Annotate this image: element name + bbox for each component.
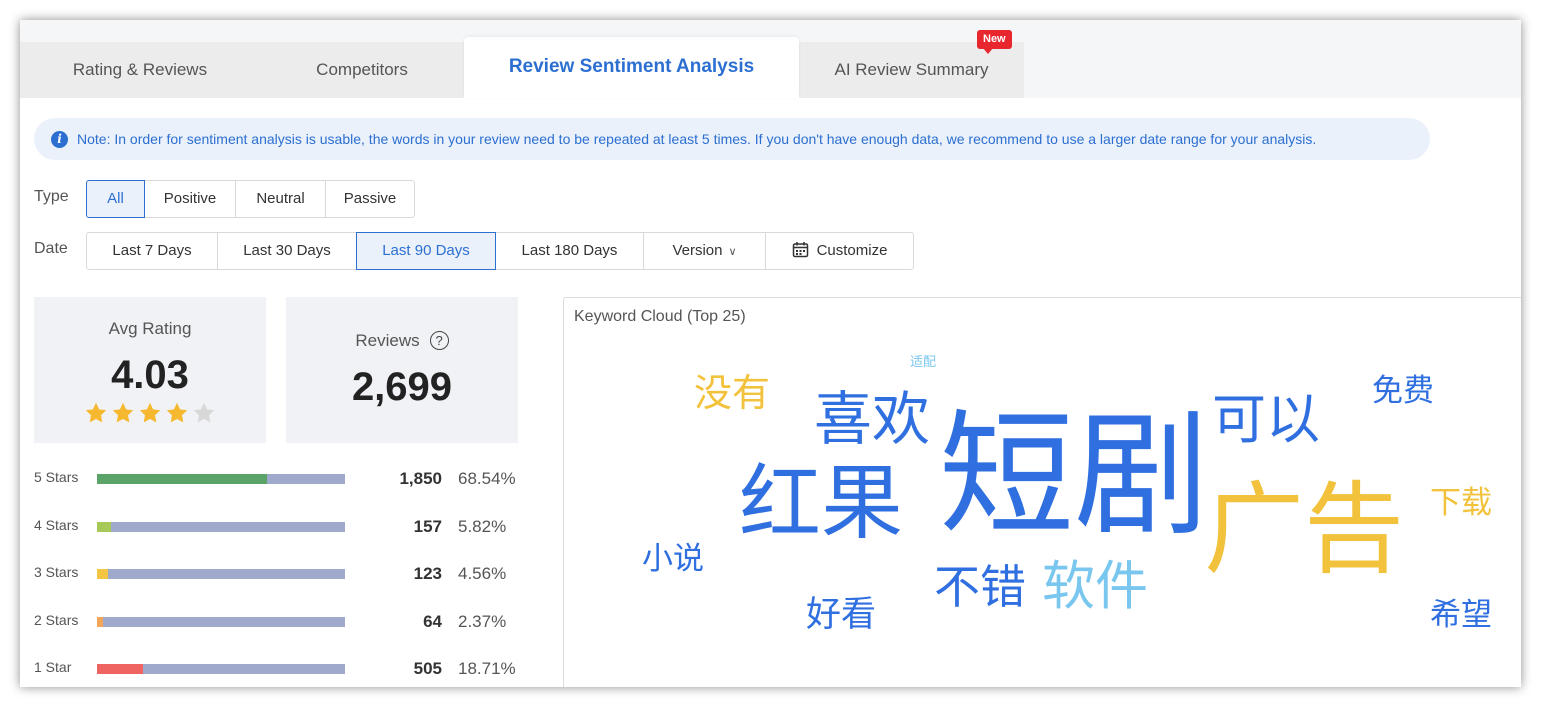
distribution-bar [97, 617, 345, 627]
distribution-percent: 5.82% [458, 517, 507, 536]
distribution-count: 157 [413, 517, 442, 536]
type-filter-group: All Positive Neutral Passive [86, 180, 415, 218]
date-last-7-days-button[interactable]: Last 7 Days [86, 232, 218, 270]
distribution-bar-fill [97, 664, 144, 674]
avg-rating-value: 4.03 [111, 353, 189, 397]
version-label: Version [672, 242, 723, 259]
keyword[interactable]: 小说 [642, 544, 704, 575]
star-icon [112, 402, 134, 423]
star-icon [166, 402, 188, 423]
help-icon[interactable]: ? [429, 331, 449, 350]
distribution-bar-fill [97, 522, 112, 532]
app-frame: Rating & Reviews Competitors AI Review S… [20, 20, 1521, 687]
keyword[interactable]: 不错 [934, 564, 1026, 610]
distribution-percent: 68.54% [458, 469, 516, 488]
tab-competitors[interactable]: Competitors [260, 42, 464, 98]
tab-review-sentiment-analysis[interactable]: Review Sentiment Analysis [464, 37, 799, 98]
star-icon [139, 402, 161, 423]
keyword[interactable]: 免费 [1372, 376, 1434, 407]
distribution-bar [97, 664, 345, 674]
distribution-bar [97, 522, 345, 532]
new-badge: New [977, 30, 1012, 54]
distribution-label: 2 Stars [34, 612, 79, 628]
reviews-label: Reviews [355, 331, 420, 350]
keyword[interactable]: 好看 [806, 598, 876, 633]
keyword[interactable]: 希望 [1430, 600, 1492, 631]
keyword[interactable]: 没有 [694, 374, 770, 412]
distribution-percent: 2.37% [458, 612, 507, 631]
customize-date-button[interactable]: Customize [765, 232, 914, 270]
distribution-count: 123 [413, 564, 442, 583]
distribution-bar-fill [97, 617, 103, 627]
keyword-cloud-title: Keyword Cloud (Top 25) [574, 308, 746, 325]
info-note: i Note: In order for sentiment analysis … [34, 118, 1430, 160]
reviews-card: Reviews? 2,699 [286, 297, 518, 443]
keyword[interactable]: 短剧 [939, 408, 1209, 543]
customize-label: Customize [816, 242, 888, 259]
chevron-down-icon: ∨ [728, 246, 737, 258]
star-icon [85, 402, 107, 423]
avg-rating-card: Avg Rating 4.03 [34, 297, 266, 443]
keyword[interactable]: 适配 [910, 356, 936, 369]
distribution-percent: 18.71% [458, 659, 516, 678]
distribution-bar [97, 474, 345, 484]
rating-stars [84, 401, 216, 425]
date-last-90-days-button[interactable]: Last 90 Days [356, 232, 496, 270]
distribution-label: 4 Stars [34, 517, 79, 533]
distribution-bar-fill [97, 474, 267, 484]
star-icon [193, 402, 215, 423]
date-last-30-days-button[interactable]: Last 30 Days [217, 232, 357, 270]
keyword[interactable]: 喜欢 [814, 390, 930, 448]
distribution-bar [97, 569, 345, 579]
distribution-label: 3 Stars [34, 564, 79, 580]
keyword-cloud-panel: Keyword Cloud (Top 25) 短剧 广告 红果 喜欢 可以软件 不错 没有 免… [563, 297, 1521, 687]
keyword[interactable]: 可以 [1212, 393, 1320, 447]
version-dropdown[interactable]: Version ∨ [643, 232, 766, 270]
type-passive-button[interactable]: Passive [325, 180, 415, 218]
type-positive-button[interactable]: Positive [144, 180, 236, 218]
tab-rating-reviews[interactable]: Rating & Reviews [20, 42, 260, 98]
keyword[interactable]: 下载 [1430, 488, 1492, 519]
type-neutral-button[interactable]: Neutral [235, 180, 326, 218]
keyword[interactable]: 软件 [1042, 560, 1148, 613]
distribution-count: 505 [413, 659, 442, 678]
keyword[interactable]: 广告 [1204, 480, 1404, 580]
type-all-button[interactable]: All [86, 180, 145, 218]
reviews-label-row: Reviews? [286, 331, 518, 351]
info-icon: i [51, 130, 68, 148]
date-last-180-days-button[interactable]: Last 180 Days [495, 232, 644, 270]
distribution-count: 1,850 [399, 469, 442, 488]
avg-rating-label: Avg Rating [108, 319, 192, 338]
distribution-label: 5 Stars [34, 469, 79, 485]
date-filter-group: Last 7 Days Last 30 Days Last 90 Days La… [86, 232, 914, 270]
type-label: Type [34, 188, 69, 205]
distribution-bar-fill [97, 569, 109, 579]
calendar-icon [792, 242, 808, 258]
note-text: Note: In order for sentiment analysis is… [77, 131, 1317, 147]
reviews-value: 2,699 [351, 365, 453, 409]
distribution-count: 64 [423, 612, 442, 631]
keyword[interactable]: 红果 [739, 463, 903, 545]
tab-bar: Rating & Reviews Competitors AI Review S… [20, 20, 1521, 98]
distribution-percent: 4.56% [458, 564, 507, 583]
date-label: Date [34, 240, 68, 257]
distribution-label: 1 Star [34, 659, 72, 675]
